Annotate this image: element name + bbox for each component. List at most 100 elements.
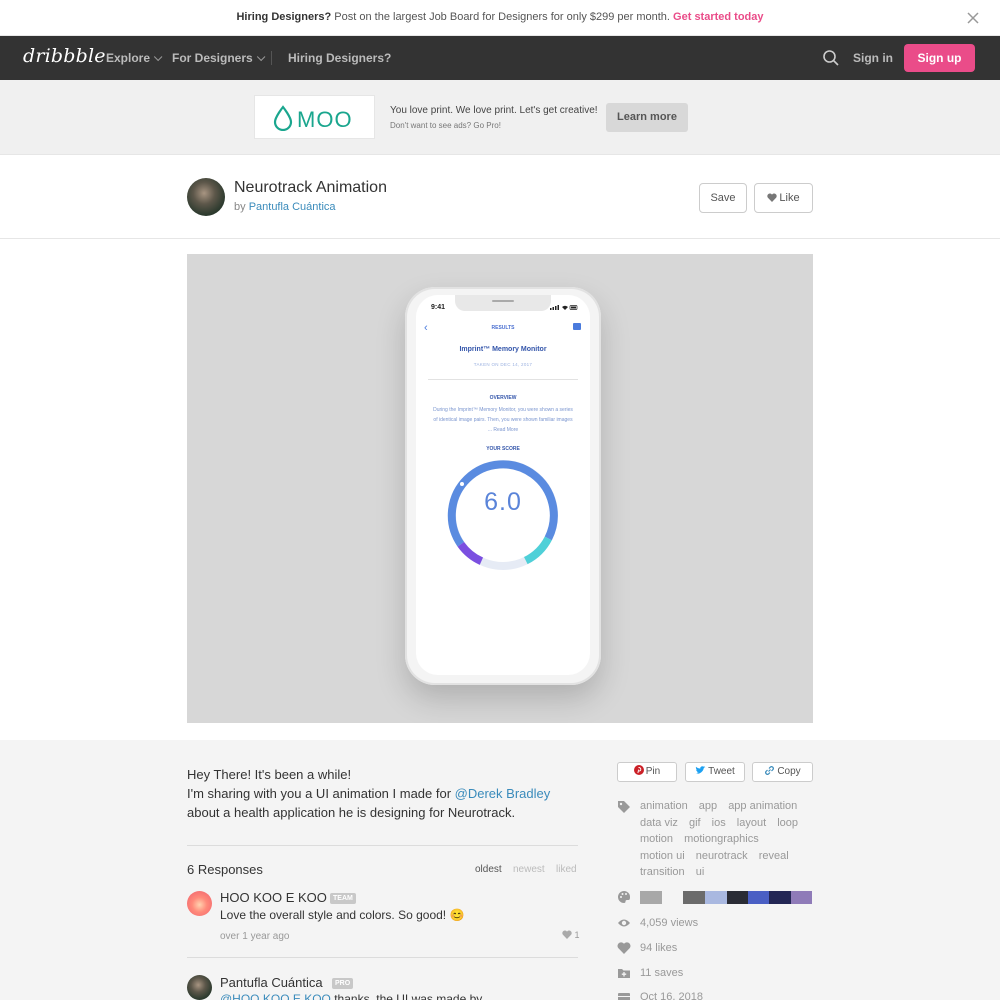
tag-link[interactable]: data viz — [640, 817, 678, 829]
nav-hiring-designers[interactable]: Hiring Designers? — [288, 51, 391, 65]
promo-cta-link[interactable]: Get started today — [673, 11, 763, 23]
comment-author[interactable]: Pantufla Cuántica — [220, 975, 323, 990]
color-swatch[interactable] — [683, 891, 705, 904]
phone-test-title: Imprint™ Memory Monitor — [459, 346, 547, 353]
nav-explore[interactable]: Explore — [106, 51, 163, 65]
likes-count[interactable]: 94 likes — [640, 942, 677, 954]
color-swatch[interactable] — [748, 891, 769, 904]
phone-overview-body: During the Imprint™ Memory Monitor, you … — [433, 407, 573, 433]
comment-mention-link[interactable]: @HOO KOO E KOO — [220, 992, 331, 1000]
chevron-down-icon — [153, 52, 163, 62]
promo-banner: Hiring Designers? Post on the largest Jo… — [0, 0, 1000, 36]
phone-mockup: 9:41 ‹ RESULTS Imprint™ Memory Monitor T… — [405, 287, 601, 685]
avatar[interactable] — [187, 975, 212, 1000]
shot-title: Neurotrack Animation — [234, 179, 387, 196]
close-icon[interactable] — [965, 10, 981, 26]
phone-header: RESULTS — [491, 325, 515, 331]
eye-icon — [618, 919, 630, 927]
author-link[interactable]: Pantufla Cuántica — [249, 201, 336, 213]
phone-notch — [455, 295, 551, 311]
copy-link-button[interactable]: Copy — [752, 762, 813, 782]
promo-text: Hiring Designers? Post on the largest Jo… — [0, 11, 1000, 23]
sort-liked[interactable]: liked — [556, 864, 577, 875]
like-button[interactable]: Like — [754, 183, 813, 213]
palette-icon — [618, 890, 631, 903]
tag-link[interactable]: ui — [696, 866, 705, 878]
byline-prefix: by — [234, 201, 246, 213]
dribbble-logo[interactable]: dribbble — [23, 45, 106, 67]
description-line-3: about a health application he is designi… — [187, 805, 516, 820]
tag-list: animation app app animation data viz gif… — [640, 798, 815, 881]
pin-button[interactable]: Pin — [617, 762, 677, 782]
description-line-2: I'm sharing with you a UI animation I ma… — [187, 784, 550, 803]
comment-text-body: thanks, the UI was made by — [330, 992, 483, 1000]
tag-link[interactable]: ios — [712, 817, 726, 829]
views-count[interactable]: 4,059 views — [640, 917, 698, 929]
comment-like-count: 1 — [574, 930, 580, 940]
tag-link[interactable]: neurotrack — [696, 850, 748, 862]
comment-like[interactable]: 1 — [562, 930, 580, 940]
pro-badge: PRO — [332, 978, 354, 989]
calendar-icon — [618, 993, 630, 1000]
phone-screen: 9:41 ‹ RESULTS Imprint™ Memory Monitor T… — [416, 295, 590, 675]
color-swatch[interactable] — [769, 891, 791, 904]
shot-image[interactable]: 9:41 ‹ RESULTS Imprint™ Memory Monitor T… — [187, 254, 813, 723]
comment-text: @HOO KOO E KOO thanks, the UI was made b… — [220, 992, 482, 1000]
saves-count[interactable]: 11 saves — [640, 967, 683, 979]
heart-icon — [617, 942, 631, 954]
ad-banner: MOO You love print. We love print. Let's… — [0, 80, 1000, 155]
team-badge: TEAM — [330, 893, 356, 904]
color-swatch[interactable] — [791, 891, 812, 904]
tweet-button[interactable]: Tweet — [685, 762, 745, 782]
color-swatch[interactable] — [640, 891, 662, 904]
shot-header: Neurotrack Animation by Pantufla Cuántic… — [0, 155, 1000, 239]
top-nav: dribbble Explore For Designers Hiring De… — [0, 36, 1000, 80]
comment-text: Love the overall style and colors. So go… — [220, 908, 465, 922]
tag-icon — [618, 801, 630, 813]
tag-link[interactable]: reveal — [759, 850, 789, 862]
phone-divider — [428, 379, 578, 380]
nav-divider — [271, 51, 272, 65]
tag-link[interactable]: gif — [689, 817, 701, 829]
comment-time[interactable]: over 1 year ago — [220, 931, 290, 942]
avatar[interactable] — [187, 891, 212, 916]
moo-logo[interactable]: MOO — [254, 95, 375, 139]
tag-link[interactable]: motion — [640, 833, 673, 845]
pin-label: Pin — [645, 766, 661, 777]
comment-author[interactable]: HOO KOO E KOO — [220, 890, 327, 905]
mention-link[interactable]: @Derek Bradley — [455, 786, 551, 801]
nav-for-designers[interactable]: For Designers — [172, 51, 266, 65]
heart-icon — [767, 193, 778, 202]
tag-link[interactable]: app animation — [728, 800, 797, 812]
save-button[interactable]: Save — [699, 183, 747, 213]
chat-icon — [573, 323, 581, 330]
nav-for-designers-label: For Designers — [172, 51, 253, 65]
like-label: Like — [779, 192, 800, 204]
phone-overview-heading: OVERVIEW — [489, 395, 517, 401]
sort-oldest[interactable]: oldest — [475, 864, 502, 875]
tag-link[interactable]: transition — [640, 866, 685, 878]
sign-in-link[interactable]: Sign in — [853, 51, 893, 65]
nav-explore-label: Explore — [106, 51, 151, 65]
copy-label: Copy — [777, 766, 801, 777]
color-swatch[interactable] — [727, 891, 748, 904]
tag-link[interactable]: layout — [737, 817, 766, 829]
tag-link[interactable]: motiongraphics — [684, 833, 759, 845]
twitter-icon — [695, 766, 706, 774]
tag-link[interactable]: loop — [777, 817, 798, 829]
description-line-2-text: I'm sharing with you a UI animation I ma… — [187, 786, 455, 801]
color-swatch[interactable] — [705, 891, 727, 904]
sign-up-button[interactable]: Sign up — [904, 44, 975, 72]
tag-link[interactable]: animation — [640, 800, 688, 812]
sort-newest[interactable]: newest — [513, 864, 545, 875]
color-swatch[interactable] — [662, 891, 683, 904]
search-icon[interactable] — [822, 49, 840, 67]
tag-link[interactable]: app — [699, 800, 717, 812]
link-icon — [765, 766, 775, 775]
droplet-icon — [273, 105, 293, 131]
tag-link[interactable]: motion ui — [640, 850, 685, 862]
folder-plus-icon — [618, 969, 630, 978]
ad-go-pro-text[interactable]: Don't want to see ads? Go Pro! — [390, 121, 501, 130]
author-avatar[interactable] — [187, 178, 225, 216]
learn-more-button[interactable]: Learn more — [606, 103, 688, 132]
